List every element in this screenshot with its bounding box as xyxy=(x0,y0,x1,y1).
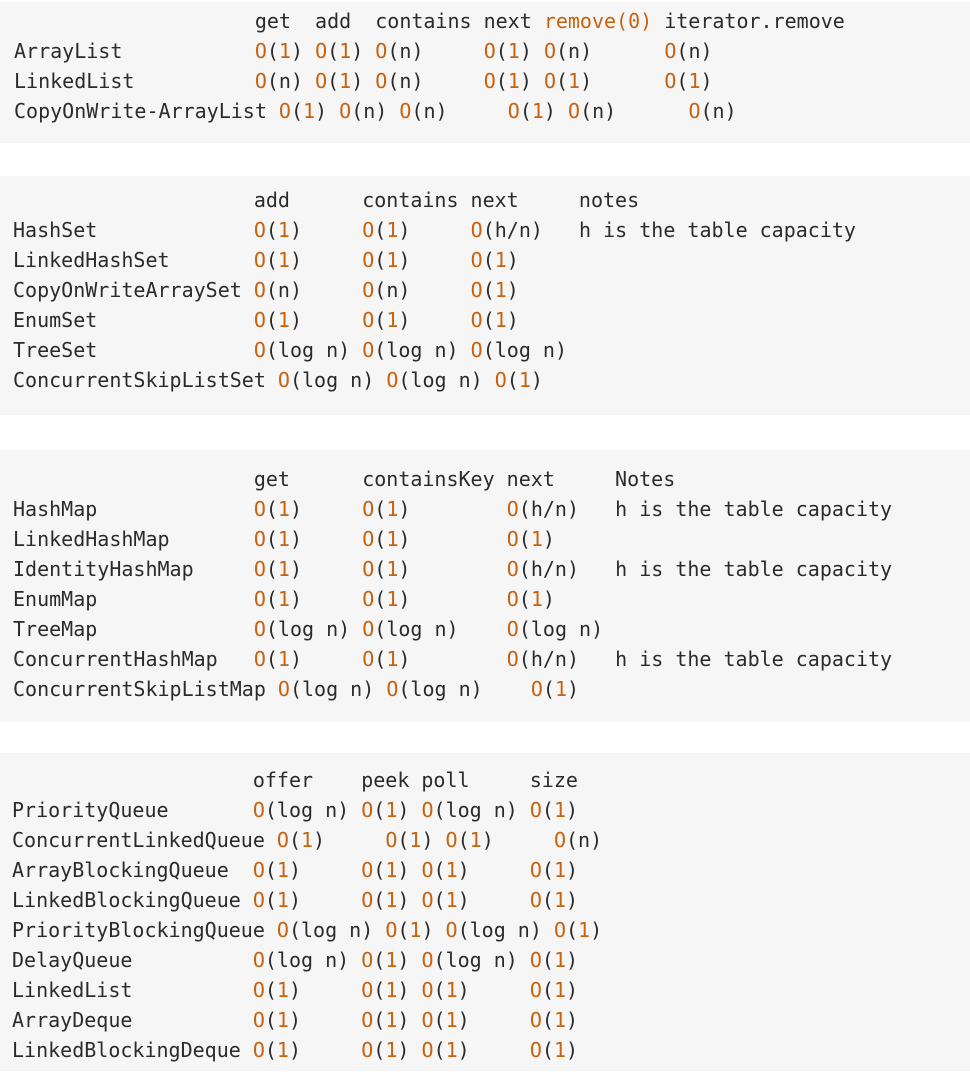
table-header-row: get containsKey next Notes xyxy=(13,467,676,491)
table-row: PriorityBlockingQueue O(log n) O(1) O(lo… xyxy=(12,918,603,942)
table-row: ConcurrentSkipListMap O(log n) O(log n) … xyxy=(13,677,580,701)
table-row: DelayQueue O(log n) O(1) O(log n) O(1) xyxy=(12,948,579,972)
table-row: LinkedBlockingDeque O(1) O(1) O(1) O(1) xyxy=(12,1038,579,1062)
list-complexity-block: get add contains next remove(0) iterator… xyxy=(0,2,970,143)
table-row: ConcurrentSkipListSet O(log n) O(log n) … xyxy=(13,368,543,392)
table-row: ConcurrentLinkedQueue O(1) O(1) O(1) O(n… xyxy=(12,828,603,852)
table-row: ArrayList O(1) O(1) O(n) O(1) O(n) O(n) xyxy=(14,39,713,63)
set-complexity-table: add contains next notes HashSet O(1) O(1… xyxy=(13,185,970,395)
table-row: TreeMap O(log n) O(log n) O(log n) xyxy=(13,617,604,641)
table-row: IdentityHashMap O(1) O(1) O(h/n) h is th… xyxy=(13,557,893,581)
table-row: TreeSet O(log n) O(log n) O(log n) xyxy=(13,338,567,362)
table-header-row: get add contains next remove(0) iterator… xyxy=(14,9,845,33)
table-header-row: offer peek poll size xyxy=(12,768,578,792)
map-complexity-table: get containsKey next Notes HashMap O(1) … xyxy=(13,464,970,704)
table-row: LinkedHashSet O(1) O(1) O(1) xyxy=(13,248,519,272)
table-row: CopyOnWriteArraySet O(n) O(n) O(1) xyxy=(13,278,519,302)
table-row: LinkedList O(1) O(1) O(1) O(1) xyxy=(12,978,579,1002)
table-row: LinkedBlockingQueue O(1) O(1) O(1) O(1) xyxy=(12,888,579,912)
table-row: ArrayBlockingQueue O(1) O(1) O(1) O(1) xyxy=(12,858,579,882)
queue-complexity-table: offer peek poll size PriorityQueue O(log… xyxy=(12,765,970,1065)
table-row: ArrayDeque O(1) O(1) O(1) O(1) xyxy=(12,1008,579,1032)
set-complexity-block: add contains next notes HashSet O(1) O(1… xyxy=(0,176,970,415)
table-header-row: add contains next notes xyxy=(13,188,640,212)
table-row: PriorityQueue O(log n) O(1) O(log n) O(1… xyxy=(12,798,579,822)
list-complexity-table: get add contains next remove(0) iterator… xyxy=(14,6,970,126)
table-row: ConcurrentHashMap O(1) O(1) O(h/n) h is … xyxy=(13,647,893,671)
table-row: HashMap O(1) O(1) O(h/n) h is the table … xyxy=(13,497,893,521)
table-row: LinkedHashMap O(1) O(1) O(1) xyxy=(13,527,555,551)
queue-complexity-block: offer peek poll size PriorityQueue O(log… xyxy=(0,753,970,1071)
map-complexity-block: get containsKey next Notes HashMap O(1) … xyxy=(0,450,970,722)
table-row: CopyOnWrite-ArrayList O(1) O(n) O(n) O(1… xyxy=(14,99,737,123)
table-row: HashSet O(1) O(1) O(h/n) h is the table … xyxy=(13,218,856,242)
table-row: EnumMap O(1) O(1) O(1) xyxy=(13,587,555,611)
table-row: EnumSet O(1) O(1) O(1) xyxy=(13,308,519,332)
table-row: LinkedList O(n) O(1) O(n) O(1) O(1) O(1) xyxy=(14,69,713,93)
